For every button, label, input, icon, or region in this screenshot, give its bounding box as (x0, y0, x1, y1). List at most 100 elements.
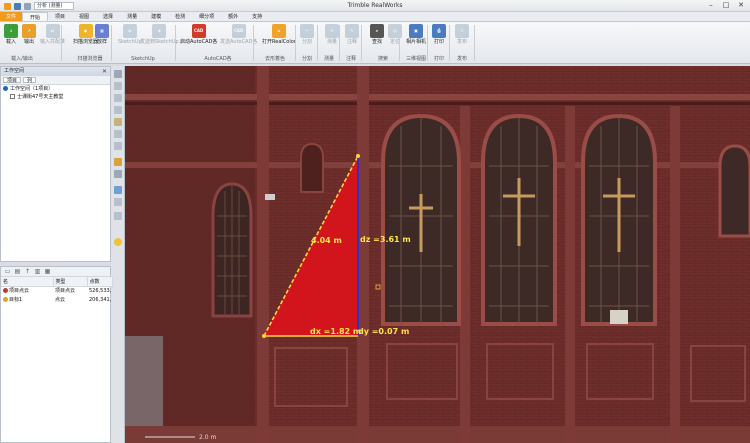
rotate-tool-icon[interactable] (114, 106, 122, 114)
ribbon-icon-9: ⌂ (271, 24, 286, 38)
dz-label: dz =3.61 m (360, 235, 411, 244)
tree-root-label: 工作空间（1项目） (10, 86, 54, 92)
fit-view-icon[interactable] (114, 118, 122, 126)
tab-2[interactable]: 项目 (48, 12, 72, 21)
workspace-icon (3, 86, 8, 91)
col-type-header[interactable]: 类型 (53, 277, 88, 287)
ribbon-icon-0: ↓ (4, 24, 18, 38)
window-controls: – □ ✕ (704, 1, 748, 10)
project-panel: ▭ ▤ ↑ ▥ ▦ 名 类型 点数 项目点云 项目点云 526,533, 目标1 点云 2… (0, 266, 113, 443)
cell-name: 项目点云 (1, 286, 53, 295)
measure-point-top[interactable] (356, 154, 360, 158)
add-icon[interactable]: ▤ (14, 268, 21, 275)
cell-points: 206,341, (89, 296, 112, 303)
ribbon-button-1[interactable]: ↗ 输出 (22, 24, 36, 45)
maximize-button[interactable]: □ (719, 1, 733, 10)
up-arrow-icon[interactable]: ↑ (24, 268, 31, 275)
vertical-tool-strip (111, 66, 125, 443)
ribbon-button-6[interactable]: ◈ 发送到SketchUp (140, 24, 179, 45)
ribbon-button-label: 打印 (433, 39, 444, 45)
ribbon-icon-6: ◈ (152, 24, 167, 38)
pilaster-3 (460, 106, 470, 443)
subtab-list[interactable]: 列 (23, 77, 37, 84)
ribbon-button-label: 测量 (326, 39, 337, 45)
ribbon-icon-1: ↗ (22, 24, 36, 38)
tab-3[interactable]: 视图 (72, 12, 96, 21)
pilaster-4 (565, 106, 575, 443)
project-toolbar: ▭ ▤ ↑ ▥ ▦ (1, 267, 110, 277)
ribbon-icon-13: ⌕ (370, 24, 384, 38)
ribbon-icon-4: ▦ (95, 24, 109, 38)
color-mode-icon[interactable] (114, 158, 122, 166)
ribbon-group-label-3: AutoCAD各 (204, 56, 232, 62)
point-cloud-scene[interactable]: 4.04 m dz =3.61 m dx =1.82 m dy =0.07 m … (125, 66, 750, 443)
workspace-panel-title: 工作空间 ✕ (1, 67, 110, 76)
close-button[interactable]: ✕ (734, 1, 748, 10)
layer-icon[interactable] (114, 198, 122, 206)
ribbon-button-13[interactable]: ⌕ 查找 (370, 24, 384, 45)
point-size-icon[interactable] (114, 170, 122, 178)
edge-window (718, 144, 750, 238)
cell-name: 目标1 (1, 295, 53, 304)
ribbon-button-16[interactable]: ⎙ 打印 (432, 24, 446, 45)
ribbon-button-9[interactable]: ⌂ 打开RealColor (262, 24, 296, 45)
ribbon-button-12[interactable]: ✎ 注释 (345, 24, 359, 45)
minimize-button[interactable]: – (704, 1, 718, 10)
cornice-shadow (125, 102, 750, 105)
col-points-header[interactable]: 点数 (87, 277, 113, 287)
tree-child[interactable]: 士课街47号天主教堂 (1, 93, 110, 101)
measure-tool-icon[interactable] (114, 212, 122, 220)
point-cloud-viewport[interactable]: 4.04 m dz =3.61 m dx =1.82 m dy =0.07 m … (125, 66, 750, 443)
measure-point-start[interactable] (262, 334, 266, 338)
pan-tool-icon[interactable] (114, 82, 122, 90)
folder-icon[interactable]: ▭ (4, 268, 11, 275)
ribbon-button-7[interactable]: CAD 启动AutoCAD各 (180, 24, 217, 45)
ribbon-tabs: 文件 开始 项目 视图 选择 测量 建模 检测 细分项 额外 支持 (0, 12, 750, 22)
view-front-icon[interactable] (114, 142, 122, 150)
list-icon[interactable]: ▥ (34, 268, 41, 275)
col-name-header[interactable]: 名 (1, 277, 54, 287)
zoom-tool-icon[interactable] (114, 94, 122, 102)
tree-root[interactable]: 工作空间（1项目） (1, 85, 110, 93)
ribbon-icon-10: ✂ (300, 24, 314, 38)
ribbon-icon-15: ▣ (409, 24, 423, 38)
light-icon[interactable] (114, 238, 122, 246)
tab-9[interactable]: 额外 (221, 12, 245, 21)
clip-box-icon[interactable] (114, 186, 122, 194)
close-panel-icon[interactable]: ✕ (102, 67, 107, 76)
tab-7[interactable]: 检测 (168, 12, 192, 21)
tab-4[interactable]: 选择 (96, 12, 120, 21)
checkbox-icon[interactable] (10, 94, 15, 99)
arched-window-2 (481, 113, 557, 326)
pilaster-1 (257, 66, 269, 443)
ribbon-button-label: 放样 (96, 39, 107, 45)
workspace-title-text: 工作空间 (4, 68, 25, 74)
select-tool-icon[interactable] (114, 70, 122, 78)
tab-0[interactable]: 文件 (0, 12, 22, 21)
cornice-top (125, 94, 750, 100)
ribbon-button-17[interactable]: ⇪ 发布 (455, 24, 469, 45)
table-row[interactable]: 项目点云 项目点云 526,533, (1, 286, 112, 295)
pilaster-5 (670, 106, 680, 443)
tab-10[interactable]: 支持 (245, 12, 269, 21)
tab-6[interactable]: 建模 (144, 12, 168, 21)
ribbon-button-4[interactable]: ▦ 放样 (95, 24, 109, 45)
ribbon-button-5[interactable]: ◈ SketchUp (118, 24, 142, 45)
ribbon-button-8[interactable]: CAD 发送AutoCAD各 (220, 24, 257, 45)
row-name: 项目点云 (9, 288, 30, 295)
tab-5[interactable]: 测量 (120, 12, 144, 21)
view-top-icon[interactable] (114, 130, 122, 138)
app-window: 分析 (测量) Trimble RealWorks – □ ✕ 文件 开始 项目 视图… (0, 0, 750, 443)
subtab-project[interactable]: 项目 (3, 77, 22, 84)
ribbon-button-label: 载入 (5, 39, 16, 45)
ribbon-button-11[interactable]: ↔ 测量 (325, 24, 339, 45)
ribbon-group-label-4: 去形着色 (264, 56, 285, 62)
table-row[interactable]: 目标1 点云 206,341, (1, 295, 112, 304)
ribbon-icon-5: ◈ (122, 24, 137, 38)
ribbon-button-15[interactable]: ▣ 相片相机 (406, 24, 426, 45)
tab-1[interactable]: 开始 (22, 12, 49, 21)
ribbon-button-10[interactable]: ✂ 分割 (300, 24, 314, 45)
details-icon[interactable]: ▦ (44, 268, 51, 275)
ribbon-button-0[interactable]: ↓ 载入 (4, 24, 18, 45)
tab-8[interactable]: 细分项 (192, 12, 221, 21)
